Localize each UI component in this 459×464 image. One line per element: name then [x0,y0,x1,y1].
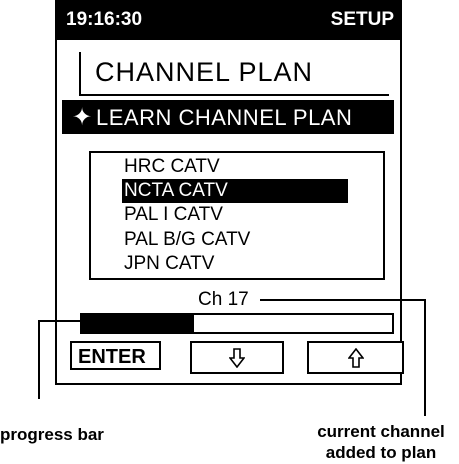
callout-line-progress-vertical [38,320,40,399]
enter-button[interactable]: ENTER [70,341,161,370]
progress-bar-fill [82,315,194,332]
screen-border-bottom [55,383,402,385]
screen-border-left [55,0,57,385]
screen-border-right [400,0,402,385]
callout-line-progress [38,320,80,322]
page-title-frame: CHANNEL PLAN [79,52,389,96]
down-button[interactable] [190,341,284,374]
callout-line-channel-vertical [424,299,426,416]
current-channel: Ch 17 [198,289,249,310]
clock: 19:16:30 [66,9,143,30]
status-bar: 19:16:30 SETUP [55,0,402,40]
list-item[interactable]: HRC CATV [122,155,348,179]
learn-channel-plan-item[interactable]: ✦ LEARN CHANNEL PLAN [62,100,394,134]
current-channel-caption-line2: added to plan [325,443,437,462]
up-button[interactable] [307,341,404,374]
list-item[interactable]: PAL I CATV [122,203,348,227]
learn-channel-plan-label: LEARN CHANNEL PLAN [96,105,353,130]
list-item[interactable]: PAL B/G CATV [122,228,348,252]
four-point-star-icon: ✦ [72,104,93,131]
current-channel-caption: current channel added to plan [300,421,459,463]
callout-line-channel [260,299,425,301]
list-item[interactable]: JPN CATV [122,252,348,276]
channel-plan-list[interactable]: HRC CATV NCTA CATV PAL I CATV PAL B/G CATV J… [89,151,385,280]
down-arrow-icon [229,347,245,368]
page-title: CHANNEL PLAN [95,57,314,87]
list-item[interactable]: NCTA CATV [122,179,348,203]
current-channel-caption-line1: current channel [317,422,445,441]
progress-bar [80,313,394,334]
progress-bar-caption: progress bar [0,425,104,444]
mode-label: SETUP [330,9,394,30]
up-arrow-icon [347,347,364,368]
